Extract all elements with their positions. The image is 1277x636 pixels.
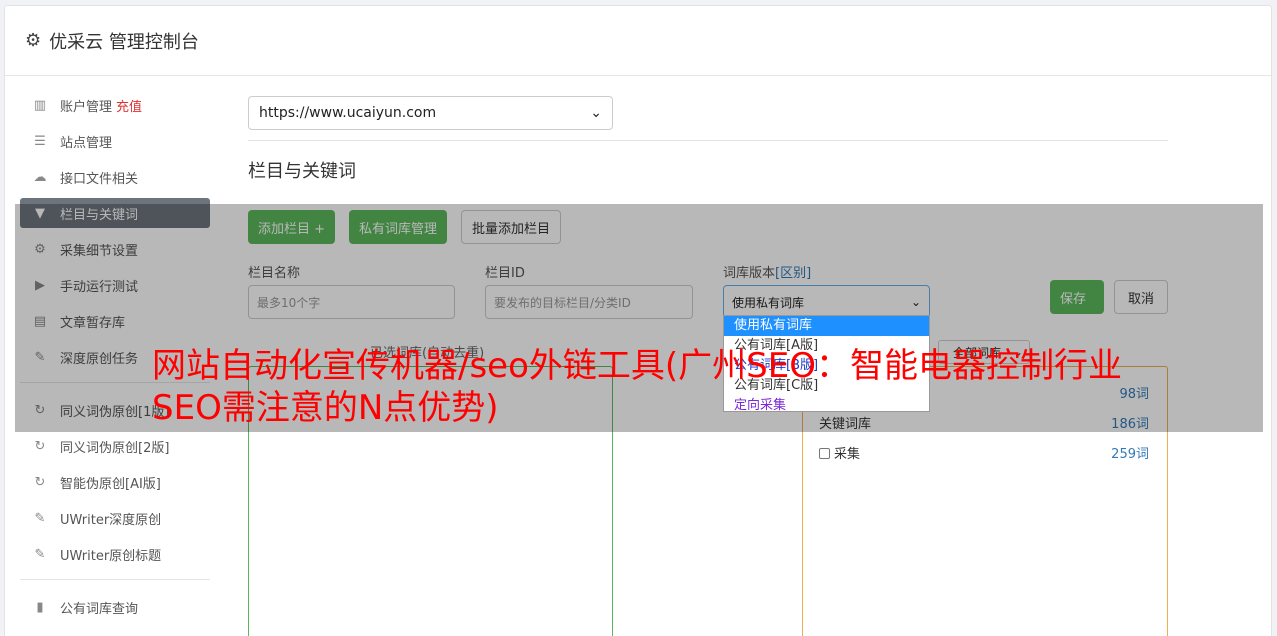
- page-title: 优采云 管理控制台: [49, 31, 199, 53]
- divider: [248, 140, 1168, 141]
- edit-icon: ✎: [34, 546, 46, 562]
- site-select-value: https://www.ucaiyun.com: [259, 105, 437, 121]
- sidebar-item-account[interactable]: ▥ 账户管理 充值: [20, 90, 210, 120]
- site-select[interactable]: https://www.ucaiyun.com ⌄: [248, 96, 613, 130]
- sidebar-item-label: 智能伪原创[AI版]: [60, 476, 161, 492]
- lib-count: 259词: [1111, 447, 1149, 462]
- sidebar-item-ai-original[interactable]: ↻ 智能伪原创[AI版]: [20, 467, 210, 497]
- lib-name: 采集: [834, 447, 861, 462]
- sidebar-item-label: 站点管理: [60, 135, 113, 151]
- headline-overlay-text: 网站自动化宣传机器/seo外链工具(广州SEO：智能电器控制行业SEO需注意的N…: [152, 346, 1122, 428]
- lib-checkbox[interactable]: [819, 448, 830, 459]
- sidebar-item-sites[interactable]: ☰ 站点管理: [20, 126, 210, 156]
- sidebar-item-label: 接口文件相关: [60, 171, 139, 187]
- bar-chart-icon: ▥: [33, 97, 47, 113]
- main-content: https://www.ucaiyun.com ⌄ 栏目与关键词 添加栏目 + …: [248, 96, 1168, 636]
- lib-row[interactable]: 采集 259词: [819, 443, 1149, 462]
- book-icon: ▮: [36, 599, 44, 615]
- sidebar-item-label: UWriter原创标题: [60, 548, 162, 564]
- cloud-upload-icon: ☁: [33, 169, 47, 185]
- sidebar-item-label: 账户管理: [60, 99, 113, 115]
- sidebar-item-uwriter-deep[interactable]: ✎ UWriter深度原创: [20, 503, 210, 533]
- gear-icon: ⚙: [25, 30, 42, 51]
- sidebar-item-public-lib[interactable]: ▮ 公有词库查询: [20, 592, 210, 622]
- chevron-down-icon: ⌄: [590, 105, 602, 121]
- sidebar-item-interface[interactable]: ☁ 接口文件相关: [20, 162, 210, 192]
- dropdown-option[interactable]: 使用私有词库: [724, 316, 929, 336]
- recharge-link[interactable]: 充值: [116, 96, 142, 115]
- sidebar-item-uwriter-title[interactable]: ✎ UWriter原创标题: [20, 539, 210, 569]
- refresh-icon: ↻: [34, 474, 46, 490]
- server-icon: ☰: [34, 133, 46, 149]
- section-title: 栏目与关键词: [248, 161, 356, 182]
- edit-icon: ✎: [34, 510, 46, 526]
- sidebar-item-label: 公有词库查询: [60, 601, 139, 617]
- sidebar-item-synonym-v2[interactable]: ↻ 同义词伪原创[2版]: [20, 431, 210, 461]
- sidebar-divider: [20, 579, 210, 580]
- sidebar-item-label: 同义词伪原创[2版]: [60, 440, 170, 456]
- card-header: ⚙ 优采云 管理控制台: [5, 6, 1271, 76]
- refresh-icon: ↻: [34, 438, 46, 454]
- sidebar-item-label: UWriter深度原创: [60, 512, 162, 528]
